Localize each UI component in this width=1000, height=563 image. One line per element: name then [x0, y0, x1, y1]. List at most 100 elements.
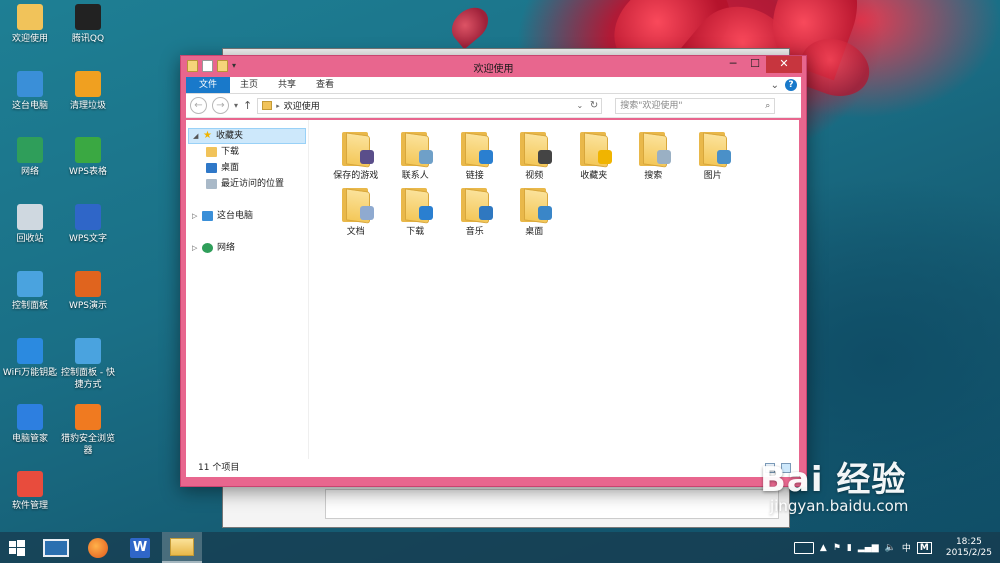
search-icon[interactable]: ⌕	[765, 99, 770, 113]
folder-label: 搜索	[644, 171, 663, 181]
nav-recent-places[interactable]: 最近访问的位置	[186, 176, 308, 192]
folder-item[interactable]: 保存的游戏	[326, 128, 386, 184]
folder-item[interactable]: 收藏夹	[564, 128, 624, 184]
watermark-url: jingyan.baidu.com	[770, 497, 909, 515]
desktop-shortcut[interactable]: 软件管理	[0, 471, 60, 512]
taskbar-file-explorer[interactable]	[162, 532, 202, 563]
magnifier-icon	[657, 150, 672, 164]
folder-label: 视频	[525, 171, 544, 181]
folder-item[interactable]: 图片	[683, 128, 743, 184]
software-manager-icon	[17, 471, 43, 497]
taskbar-wps-writer[interactable]: W	[120, 532, 160, 563]
nav-desktop[interactable]: 桌面	[186, 160, 308, 176]
nav-this-pc[interactable]: ▷ 这台电脑	[186, 208, 308, 224]
expand-triangle-icon[interactable]: ▷	[192, 208, 198, 224]
nav-downloads[interactable]: 下载	[186, 144, 308, 160]
touch-keyboard-icon[interactable]	[793, 541, 814, 554]
action-center-flag-icon[interactable]: ⚑	[833, 543, 841, 553]
window-title: 欢迎使用	[473, 64, 514, 75]
folder-item[interactable]: 下载	[386, 184, 446, 240]
battery-icon[interactable]: ▮	[847, 543, 852, 553]
expand-triangle-icon[interactable]: ▷	[192, 240, 198, 256]
window-controls: ─ ☐ ✕	[722, 56, 802, 73]
clock[interactable]: 18:25 2015/2/25	[946, 537, 992, 559]
desktop-shortcut[interactable]: 猎豹安全浏览器	[58, 404, 118, 457]
desktop-shortcut[interactable]: 回收站	[0, 204, 60, 245]
film-icon	[538, 150, 553, 164]
search-input[interactable]: 搜索"欢迎使用" ⌕	[615, 97, 776, 114]
folder-label: 收藏夹	[580, 171, 608, 181]
help-icon[interactable]: ?	[785, 79, 797, 91]
desktop-shortcut[interactable]: WiFi万能钥匙	[0, 338, 60, 379]
desktop-shortcut-label: 清理垃圾	[69, 101, 106, 111]
address-history-dropdown-icon[interactable]: ⌄	[577, 101, 584, 110]
volume-muted-icon[interactable]: 🔈	[885, 543, 896, 553]
folder-item[interactable]: 链接	[445, 128, 505, 184]
folder-item[interactable]: 桌面	[505, 184, 565, 240]
folder-item[interactable]: 搜索	[624, 128, 684, 184]
refresh-icon[interactable]: ↻	[590, 100, 598, 111]
explorer-body: ◢ ★ 收藏夹 下载 桌面 最近访问的位置 ▷ 这台电脑 ▷ 网络 保存的游戏 …	[186, 120, 799, 477]
desktop-shortcut[interactable]: 控制面板	[0, 271, 60, 312]
desktop-shortcut[interactable]: 网络	[0, 137, 60, 178]
nav-favorites-label: 收藏夹	[215, 131, 243, 141]
forward-button[interactable]: →	[212, 97, 229, 114]
show-hidden-icons-icon[interactable]: ▲	[820, 543, 827, 553]
folder-label: 桌面	[525, 227, 544, 237]
navigation-pane: ◢ ★ 收藏夹 下载 桌面 最近访问的位置 ▷ 这台电脑 ▷ 网络	[186, 120, 309, 459]
address-bar[interactable]: ▸ 欢迎使用 ⌄ ↻	[257, 97, 603, 114]
desktop-shortcut-label: 猎豹安全浏览器	[60, 434, 115, 456]
start-button[interactable]	[0, 532, 34, 563]
desktop-shortcut[interactable]: WPS文字	[58, 204, 118, 245]
breadcrumb-separator-icon[interactable]: ▸	[276, 102, 280, 110]
desktop-shortcut[interactable]: WPS表格	[58, 137, 118, 178]
desktop-shortcut-label: WPS文字	[68, 234, 108, 244]
breadcrumb-current[interactable]: 欢迎使用	[284, 99, 320, 112]
desktop-shortcut-label: WiFi万能钥匙	[2, 368, 58, 378]
minimize-button[interactable]: ─	[722, 56, 744, 73]
folder-icon	[518, 130, 553, 168]
up-arrow-button[interactable]: ↑	[243, 99, 252, 112]
close-button[interactable]: ✕	[766, 56, 802, 73]
file-explorer-window[interactable]: ▾ 欢迎使用 ─ ☐ ✕ 文件 主页 共享 查看 ⌄ ? ← → ▾ ↑ ▸ 欢…	[180, 55, 807, 487]
search-placeholder: 搜索"欢迎使用"	[620, 100, 683, 111]
title-bar[interactable]: ▾ 欢迎使用 ─ ☐ ✕	[181, 56, 806, 77]
tab-file[interactable]: 文件	[186, 77, 231, 93]
ime-language-indicator[interactable]: 中	[902, 541, 911, 554]
favorites-star-icon: ★	[203, 130, 212, 141]
desktop-shortcut[interactable]: 控制面板 - 快捷方式	[58, 338, 118, 391]
folder-icon	[637, 130, 672, 168]
desktop-shortcut[interactable]: 清理垃圾	[58, 71, 118, 112]
maximize-button[interactable]: ☐	[744, 56, 766, 73]
network-signal-icon[interactable]: ▂▄▆	[858, 543, 879, 553]
tab-view[interactable]: 查看	[306, 77, 344, 93]
taskbar-cheetah-browser[interactable]	[78, 532, 118, 563]
computer-icon	[17, 71, 43, 97]
desktop-shortcut[interactable]: 电脑管家	[0, 404, 60, 445]
wps-presentation-icon	[75, 271, 101, 297]
wps-spreadsheet-icon	[75, 137, 101, 163]
wps-writer-icon	[75, 204, 101, 230]
folder-label: 图片	[703, 171, 722, 181]
folder-item[interactable]: 音乐	[445, 184, 505, 240]
desktop-shortcut[interactable]: 这台电脑	[0, 71, 60, 112]
nav-favorites[interactable]: ◢ ★ 收藏夹	[188, 128, 306, 144]
folder-item[interactable]: 联系人	[386, 128, 446, 184]
tab-home[interactable]: 主页	[230, 77, 268, 93]
ime-mode-icon[interactable]: M	[916, 541, 932, 554]
recent-locations-dropdown-icon[interactable]: ▾	[234, 101, 238, 110]
collapse-triangle-icon[interactable]: ◢	[193, 128, 199, 144]
navigation-bar: ← → ▾ ↑ ▸ 欢迎使用 ⌄ ↻ 搜索"欢迎使用" ⌕	[186, 94, 801, 118]
desktop-shortcut[interactable]: 腾讯QQ	[58, 4, 118, 45]
taskbar-lenovo-app[interactable]	[36, 532, 76, 563]
desktop-shortcut[interactable]: WPS演示	[58, 271, 118, 312]
nav-network[interactable]: ▷ 网络	[186, 240, 308, 256]
tab-share[interactable]: 共享	[268, 77, 306, 93]
folder-item[interactable]: 视频	[505, 128, 565, 184]
desktop-shortcut[interactable]: 欢迎使用	[0, 4, 60, 45]
system-tray: ▲ ⚑ ▮ ▂▄▆ 🔈 中 M 18:25 2015/2/25	[793, 532, 1000, 563]
desktop-shortcut-label: 软件管理	[11, 501, 48, 511]
folder-item[interactable]: 文档	[326, 184, 386, 240]
back-button[interactable]: ←	[190, 97, 207, 114]
expand-ribbon-chevron-icon[interactable]: ⌄	[771, 80, 779, 91]
